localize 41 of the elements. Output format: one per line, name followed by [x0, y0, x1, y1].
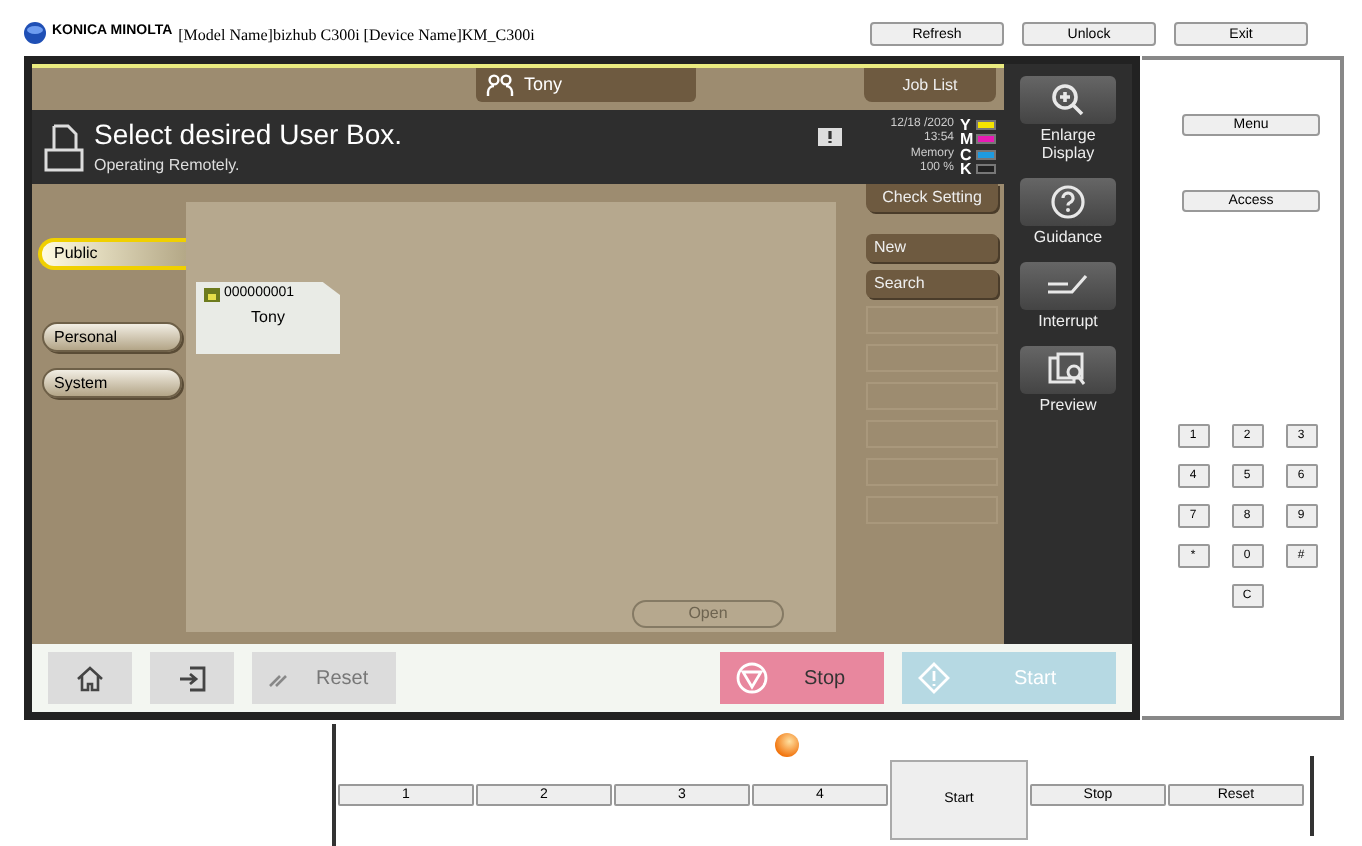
side-key-label: Preview — [1037, 396, 1099, 414]
side-key[interactable] — [1020, 262, 1116, 310]
toner-letter: C — [960, 147, 972, 162]
preview-icon — [1048, 352, 1088, 388]
side-key-label: Enlarge Display — [1038, 126, 1098, 162]
action-button[interactable]: New — [866, 234, 998, 262]
status-lamp-icon — [774, 732, 800, 758]
alert-icon — [818, 128, 843, 146]
check-setting-button[interactable]: Check Setting — [866, 184, 998, 212]
stop-button[interactable]: Stop — [720, 652, 884, 704]
start-icon — [918, 662, 950, 694]
exit-door-icon — [178, 665, 206, 691]
zoom-in-icon — [1050, 82, 1086, 118]
category-tab[interactable]: Personal — [42, 322, 182, 352]
category-tab[interactable]: System — [42, 368, 182, 398]
logout-button[interactable] — [150, 652, 234, 704]
job-list-button[interactable]: Job List — [864, 68, 996, 102]
device-info: [Model Name]bizhub C300i [Device Name]KM_C300i — [178, 24, 535, 48]
message-subtitle: Operating Remotely. — [94, 156, 242, 177]
side-key[interactable] — [1020, 76, 1116, 124]
message-title: Select desired User Box. — [94, 117, 403, 153]
side-key-label: Interrupt — [1036, 312, 1100, 330]
help-icon — [1050, 184, 1086, 220]
stop-icon — [736, 662, 768, 694]
interrupt-icon — [1046, 272, 1090, 300]
toner-letter: M — [960, 132, 972, 147]
side-key-label: Guidance — [1031, 228, 1105, 246]
side-key[interactable] — [1020, 178, 1116, 226]
users-icon — [486, 74, 514, 96]
user-tab[interactable]: Tony — [476, 68, 696, 102]
home-icon — [76, 665, 104, 691]
toner-letter: Y — [960, 117, 972, 132]
category-tab[interactable]: Public — [38, 238, 186, 270]
user-name: Tony — [524, 71, 563, 98]
action-button[interactable]: Search — [866, 270, 998, 298]
home-button[interactable] — [48, 652, 132, 704]
toner-letter: K — [960, 162, 972, 177]
user-box-icon — [44, 123, 84, 171]
side-key[interactable] — [1020, 346, 1116, 394]
box-name: Tony — [249, 305, 287, 329]
logo-icon — [24, 22, 46, 44]
